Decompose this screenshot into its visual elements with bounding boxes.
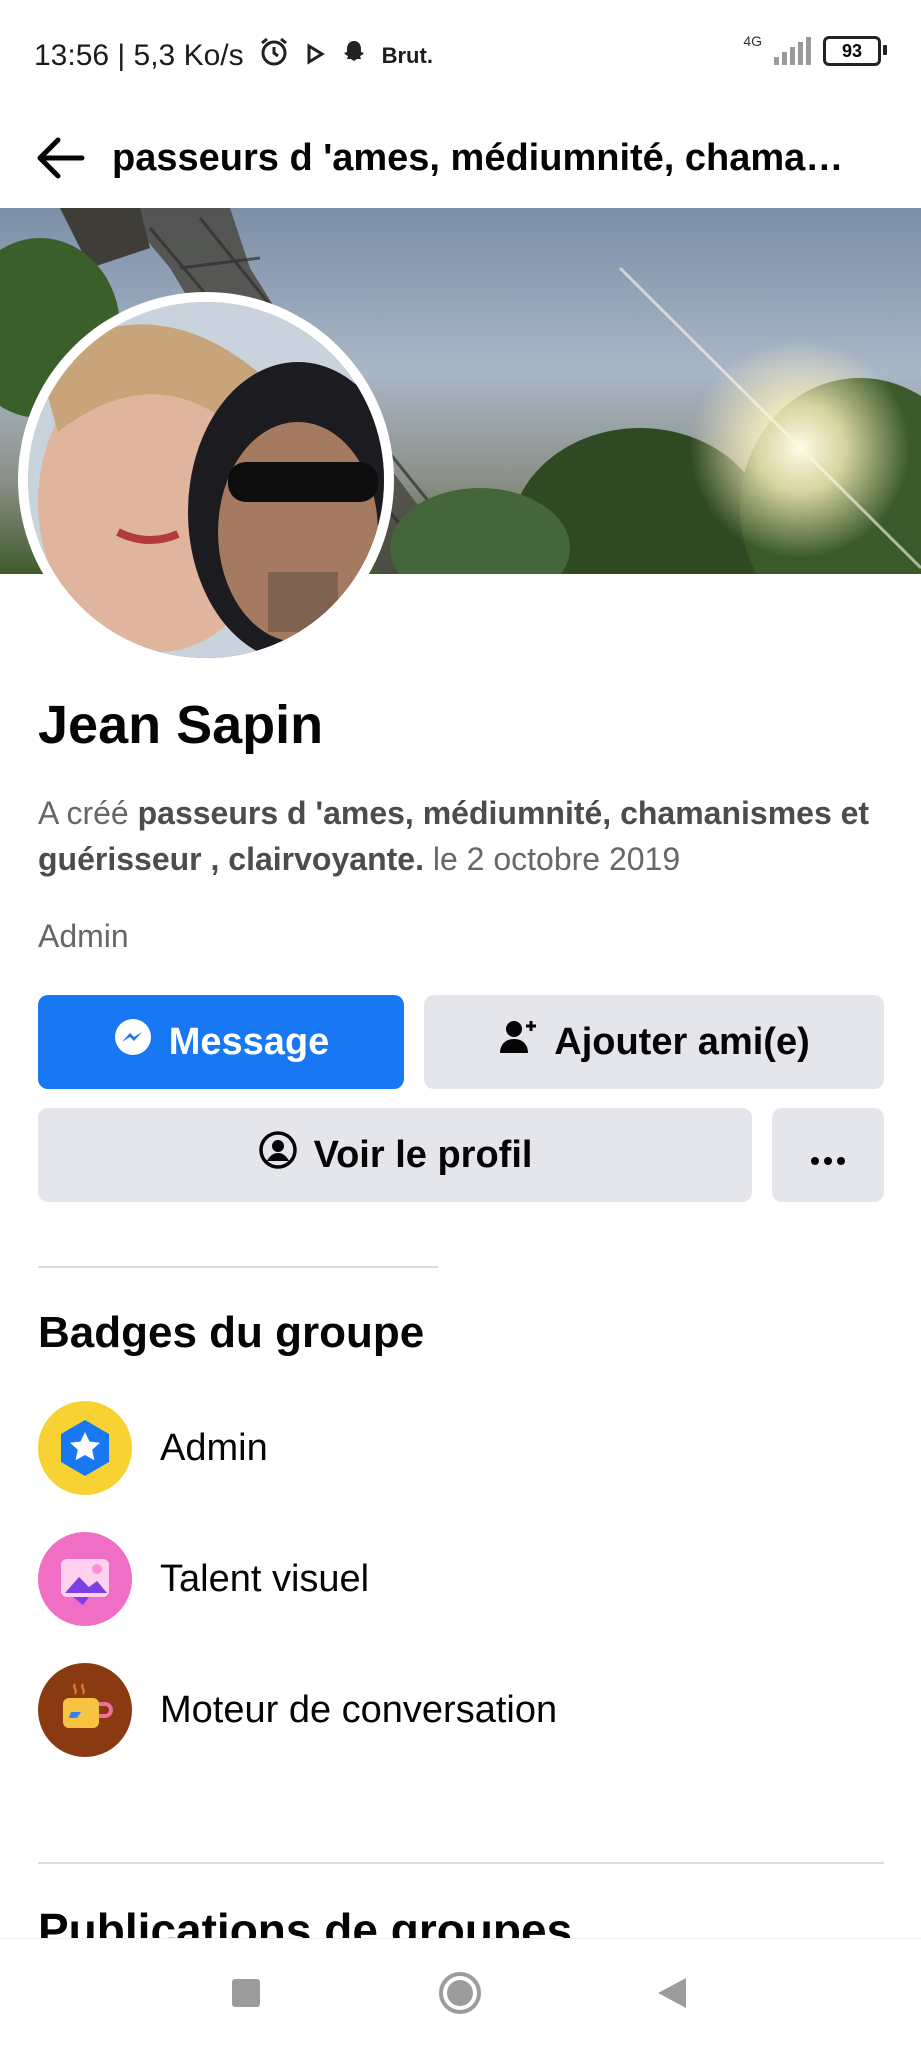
messenger-icon [113, 1017, 153, 1067]
member-role: Admin [38, 918, 129, 954]
message-label: Message [168, 1020, 330, 1063]
network-type: 4G [743, 33, 762, 49]
top-app-bar: passeurs d 'ames, médiumnité, chama… [0, 108, 921, 208]
visual-talent-icon [38, 1532, 132, 1626]
status-bar: 13:56 | 5,3 Ko/s Brut. 4G 93 [0, 0, 921, 108]
created-prefix: A créé [38, 795, 129, 831]
view-profile-label: Voir le profil [313, 1133, 533, 1176]
notification-label: Brut. [381, 43, 433, 68]
profile-name: Jean Sapin [38, 695, 324, 755]
more-options-button[interactable] [772, 1108, 884, 1202]
add-friend-button[interactable]: Ajouter ami(e) [424, 995, 884, 1089]
group-creation-info: A créé passeurs d 'ames, médiumnité, cha… [38, 790, 898, 882]
badge-label: Admin [160, 1426, 268, 1469]
more-dots-icon [808, 1134, 848, 1177]
battery-level: 93 [841, 40, 863, 61]
created-date: le 2 octobre 2019 [432, 841, 681, 877]
badge-item-admin[interactable]: Admin [38, 1400, 268, 1496]
recents-square-icon[interactable] [216, 1963, 276, 2023]
alarm-icon [258, 36, 290, 76]
add-friend-icon [498, 1017, 538, 1067]
section-divider [38, 1862, 884, 1864]
snapchat-ghost-icon [340, 38, 368, 74]
back-arrow-icon[interactable] [30, 126, 94, 190]
profile-picture[interactable] [28, 302, 384, 658]
badge-label: Talent visuel [160, 1557, 370, 1600]
profile-circle-icon [258, 1130, 298, 1180]
play-icon [304, 39, 326, 73]
badge-item-conversation-starter[interactable]: Moteur de conversation [38, 1662, 557, 1758]
message-button[interactable]: Message [38, 995, 404, 1089]
signal-icon [774, 37, 811, 65]
battery-icon: 93 [823, 36, 887, 66]
admin-star-icon [38, 1401, 132, 1495]
status-time-speed: 13:56 | 5,3 Ko/s [34, 39, 244, 72]
group-title: passeurs d 'ames, médiumnité, chama… [112, 137, 844, 179]
home-circle-icon[interactable] [430, 1963, 490, 2023]
badge-item-visual-talent[interactable]: Talent visuel [38, 1531, 369, 1627]
group-posts-section-title: Publications de groupes [38, 1904, 573, 1938]
view-profile-button[interactable]: Voir le profil [38, 1108, 752, 1202]
section-divider [38, 1266, 438, 1268]
add-friend-label: Ajouter ami(e) [554, 1020, 810, 1063]
profile-picture-frame[interactable] [18, 292, 394, 668]
badge-label: Moteur de conversation [160, 1688, 558, 1731]
badges-section-title: Badges du groupe [38, 1308, 425, 1357]
back-triangle-icon[interactable] [642, 1963, 702, 2023]
coffee-cup-icon [38, 1663, 132, 1757]
system-nav-bar [0, 1938, 921, 2049]
